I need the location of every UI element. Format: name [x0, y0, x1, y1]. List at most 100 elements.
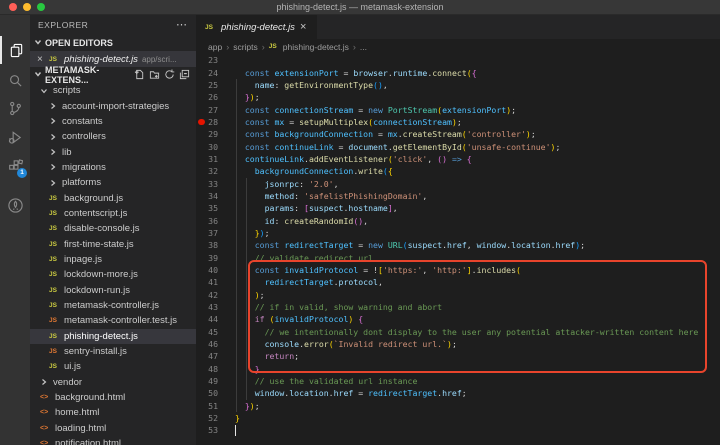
- workspace-section[interactable]: METAMASK-EXTENS...: [30, 67, 196, 83]
- line-number[interactable]: 53: [196, 425, 218, 435]
- tree-item-home.html[interactable]: <>home.html: [30, 405, 196, 420]
- tab-phishing-detect[interactable]: JS phishing-detect.js ×: [196, 15, 317, 39]
- search-icon[interactable]: [0, 66, 30, 94]
- tree-item-vendor[interactable]: vendor: [30, 375, 196, 390]
- run-debug-icon[interactable]: [0, 123, 30, 151]
- line-number[interactable]: 42: [196, 290, 218, 300]
- line-number[interactable]: 44: [196, 314, 218, 324]
- code-line-44[interactable]: 44 if (invalidProtocol) {: [196, 313, 720, 325]
- code-line-34[interactable]: 34 method: 'safelistPhishingDomain',: [196, 190, 720, 202]
- code-line-41[interactable]: 41 redirectTarget.protocol,: [196, 276, 720, 288]
- line-number[interactable]: 51: [196, 401, 218, 411]
- line-number[interactable]: 37: [196, 228, 218, 238]
- code-line-27[interactable]: 27 const connectionStream = new PortStre…: [196, 103, 720, 115]
- code-line-23[interactable]: 23: [196, 54, 720, 66]
- refresh-icon[interactable]: [164, 69, 175, 82]
- code-line-45[interactable]: 45 // we intentionally dont display to t…: [196, 326, 720, 338]
- line-number[interactable]: 43: [196, 302, 218, 312]
- rocket-icon[interactable]: [0, 191, 30, 219]
- code-editor[interactable]: 2324 const extensionPort = browser.runti…: [196, 54, 720, 445]
- tree-item-contentscript.js[interactable]: JScontentscript.js: [30, 206, 196, 221]
- code-line-26[interactable]: 26 });: [196, 91, 720, 103]
- code-line-39[interactable]: 39 // validate redirect url: [196, 252, 720, 264]
- code-line-24[interactable]: 24 const extensionPort = browser.runtime…: [196, 66, 720, 78]
- line-number[interactable]: 47: [196, 351, 218, 361]
- tree-item-migrations[interactable]: migrations: [30, 160, 196, 175]
- code-line-38[interactable]: 38 const redirectTarget = new URL(suspec…: [196, 239, 720, 251]
- code-line-40[interactable]: 40 const invalidProtocol = !['https:', '…: [196, 264, 720, 276]
- line-number[interactable]: 52: [196, 413, 218, 423]
- code-line-37[interactable]: 37 });: [196, 227, 720, 239]
- line-number[interactable]: 29: [196, 129, 218, 139]
- line-number[interactable]: 25: [196, 80, 218, 90]
- line-number[interactable]: 26: [196, 92, 218, 102]
- line-number[interactable]: 31: [196, 154, 218, 164]
- tree-item-phishing-detect.js[interactable]: JSphishing-detect.js: [30, 329, 196, 344]
- tree-item-scripts[interactable]: scripts: [30, 83, 196, 98]
- tree-item-account-import-strategies[interactable]: account-import-strategies: [30, 98, 196, 113]
- tree-item-controllers[interactable]: controllers: [30, 129, 196, 144]
- tree-item-platforms[interactable]: platforms: [30, 175, 196, 190]
- close-editor-icon[interactable]: ×: [37, 54, 45, 65]
- code-line-32[interactable]: 32 backgroundConnection.write({: [196, 165, 720, 177]
- code-line-33[interactable]: 33 jsonrpc: '2.0',: [196, 177, 720, 189]
- code-line-43[interactable]: 43 // if in valid, show warning and abor…: [196, 301, 720, 313]
- tree-item-background.js[interactable]: JSbackground.js: [30, 190, 196, 205]
- line-number[interactable]: 48: [196, 364, 218, 374]
- line-number[interactable]: 36: [196, 216, 218, 226]
- line-number[interactable]: 49: [196, 376, 218, 386]
- line-number[interactable]: 50: [196, 388, 218, 398]
- more-actions-icon[interactable]: ⋯: [176, 21, 188, 29]
- tree-item-metamask-controller.js[interactable]: JSmetamask-controller.js: [30, 298, 196, 313]
- collapse-all-icon[interactable]: [179, 69, 190, 82]
- code-line-42[interactable]: 42 );: [196, 289, 720, 301]
- tree-item-lockdown-run.js[interactable]: JSlockdown-run.js: [30, 282, 196, 297]
- code-line-52[interactable]: 52}: [196, 412, 720, 424]
- line-number[interactable]: 23: [196, 55, 218, 65]
- line-number[interactable]: 34: [196, 191, 218, 201]
- breadcrumb-item-phishing-detect.js[interactable]: JSphishing-detect.js: [269, 42, 349, 52]
- tree-item-inpage.js[interactable]: JSinpage.js: [30, 252, 196, 267]
- line-number[interactable]: 33: [196, 179, 218, 189]
- line-number[interactable]: 41: [196, 277, 218, 287]
- code-line-48[interactable]: 48 }: [196, 363, 720, 375]
- tree-item-lib[interactable]: lib: [30, 144, 196, 159]
- tree-item-metamask-controller.test.js[interactable]: JSmetamask-controller.test.js: [30, 313, 196, 328]
- new-file-icon[interactable]: [134, 69, 145, 82]
- line-number[interactable]: 35: [196, 203, 218, 213]
- tree-item-background.html[interactable]: <>background.html: [30, 390, 196, 405]
- line-number[interactable]: 27: [196, 105, 218, 115]
- extensions-icon[interactable]: 1: [0, 152, 30, 180]
- code-line-30[interactable]: 30 const continueLink = document.getElem…: [196, 140, 720, 152]
- tree-item-disable-console.js[interactable]: JSdisable-console.js: [30, 221, 196, 236]
- line-number[interactable]: 32: [196, 166, 218, 176]
- tree-item-ui.js[interactable]: JSui.js: [30, 359, 196, 374]
- tree-item-lockdown-more.js[interactable]: JSlockdown-more.js: [30, 267, 196, 282]
- new-folder-icon[interactable]: [149, 69, 160, 82]
- line-number[interactable]: 46: [196, 339, 218, 349]
- line-number[interactable]: 40: [196, 265, 218, 275]
- code-line-29[interactable]: 29 const backgroundConnection = mx.creat…: [196, 128, 720, 140]
- line-number[interactable]: 39: [196, 253, 218, 263]
- explorer-icon[interactable]: [0, 36, 30, 64]
- breadcrumb-item-app[interactable]: app: [208, 42, 222, 52]
- code-line-46[interactable]: 46 console.error(`Invalid redirect url.`…: [196, 338, 720, 350]
- breadcrumb-item-scripts[interactable]: scripts: [233, 42, 258, 52]
- breadcrumb-item-...[interactable]: ...: [360, 42, 367, 52]
- breakpoint-icon[interactable]: [198, 119, 205, 126]
- source-control-icon[interactable]: [0, 94, 30, 122]
- tree-item-notification.html[interactable]: <>notification.html: [30, 436, 196, 445]
- code-line-51[interactable]: 51 });: [196, 400, 720, 412]
- code-line-53[interactable]: 53: [196, 424, 720, 436]
- line-number[interactable]: 30: [196, 142, 218, 152]
- line-number[interactable]: 38: [196, 240, 218, 250]
- code-line-49[interactable]: 49 // use the validated url instance: [196, 375, 720, 387]
- line-number[interactable]: 45: [196, 327, 218, 337]
- code-line-35[interactable]: 35 params: [suspect.hostname],: [196, 202, 720, 214]
- code-line-47[interactable]: 47 return;: [196, 350, 720, 362]
- open-editors-section[interactable]: OPEN EDITORS: [30, 35, 196, 51]
- tree-item-sentry-install.js[interactable]: JSsentry-install.js: [30, 344, 196, 359]
- code-line-36[interactable]: 36 id: createRandomId(),: [196, 214, 720, 226]
- code-line-31[interactable]: 31 continueLink.addEventListener('click'…: [196, 153, 720, 165]
- code-line-28[interactable]: 28 const mx = setupMultiplex(connectionS…: [196, 116, 720, 128]
